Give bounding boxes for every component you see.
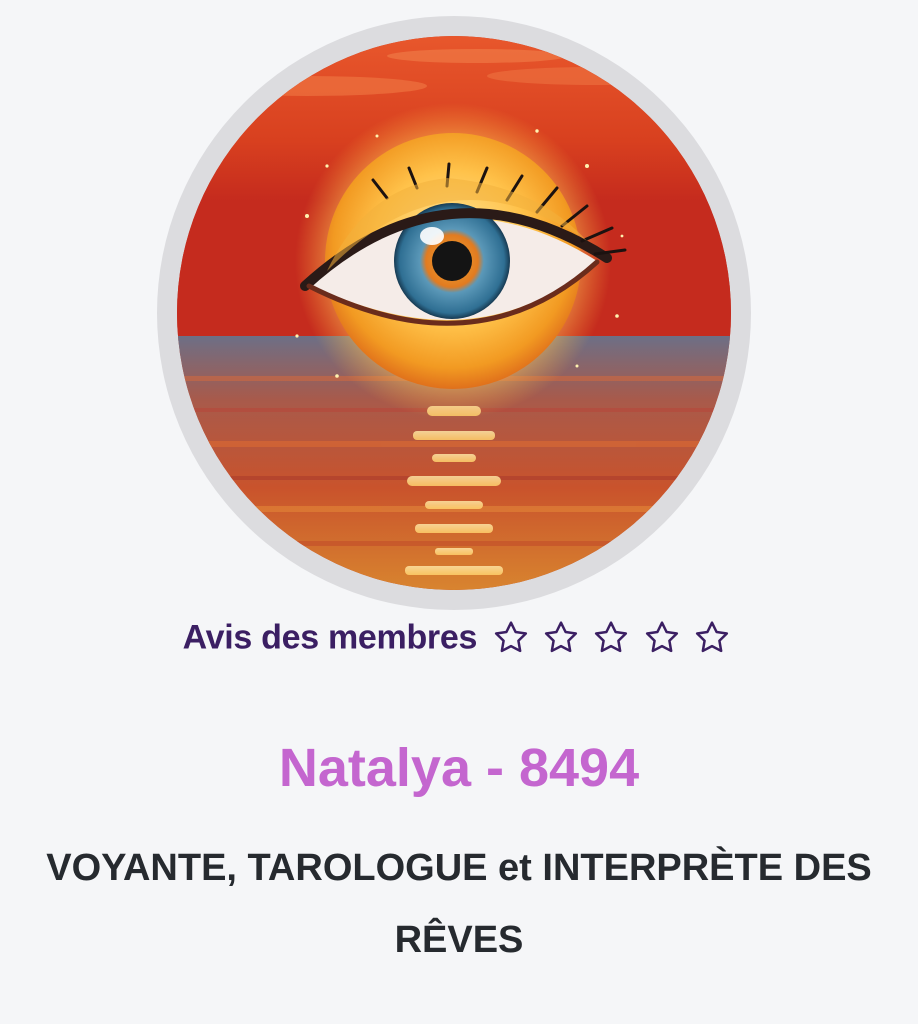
star-outline-icon[interactable] — [591, 618, 631, 658]
avatar-eye-sunset-image — [177, 36, 731, 590]
avatar-ring — [157, 16, 751, 610]
avatar[interactable] — [177, 36, 731, 590]
rating-stars — [488, 618, 736, 658]
star-outline-icon[interactable] — [642, 618, 682, 658]
member-rating: Avis des membres — [0, 618, 918, 658]
star-outline-icon[interactable] — [541, 618, 581, 658]
rating-label: Avis des membres — [182, 618, 478, 657]
profile-subtitle: VOYANTE, TAROLOGUE et INTERPRÈTE DES RÊV… — [46, 847, 872, 961]
star-outline-icon[interactable] — [692, 618, 732, 658]
star-outline-icon[interactable] — [491, 618, 531, 658]
profile-name: Natalya - 8494 — [278, 738, 640, 798]
profile-page: Avis des membres Natalya - 8494 VOYANTE,… — [0, 0, 918, 1024]
